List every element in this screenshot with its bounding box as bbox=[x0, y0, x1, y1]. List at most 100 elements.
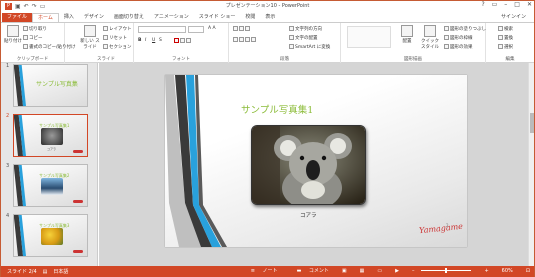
thumbnail-slide[interactable]: サンプル写真集3 bbox=[13, 214, 88, 257]
reading-view-icon[interactable]: ▭ bbox=[377, 268, 382, 274]
copy-button[interactable]: コピー bbox=[23, 35, 43, 41]
section-label: セクション bbox=[109, 45, 132, 50]
tab-file[interactable]: ファイル bbox=[2, 13, 33, 22]
slide-caption[interactable]: コアラ bbox=[300, 211, 317, 219]
tab-insert[interactable]: 挿入 bbox=[59, 13, 79, 22]
font-name-field[interactable] bbox=[138, 26, 186, 33]
thumbnail-signature bbox=[73, 250, 83, 253]
copy-icon bbox=[23, 35, 28, 40]
tab-view[interactable]: 表示 bbox=[260, 13, 280, 22]
tab-transitions[interactable]: 画面切り替え bbox=[109, 13, 149, 22]
ribbon-display-icon[interactable]: ▭ bbox=[492, 1, 498, 8]
thumbnail-3[interactable]: 3 サンプル写真集2 bbox=[1, 163, 96, 210]
thumbnail-slide[interactable]: サンプル写真集2 bbox=[13, 164, 88, 207]
text-direction-button[interactable]: 文字列の方向 bbox=[289, 26, 322, 32]
copy-label: コピー bbox=[29, 36, 43, 41]
font-color-icon[interactable] bbox=[174, 38, 192, 44]
zoom-out-icon[interactable]: – bbox=[412, 268, 415, 274]
paste-button[interactable]: 貼り付け bbox=[3, 25, 23, 44]
replace-button[interactable]: 置換 bbox=[498, 35, 513, 41]
spellcheck-icon[interactable]: ▤ bbox=[43, 269, 48, 275]
thumbnail-1[interactable]: 1 サンプル写真集 bbox=[1, 63, 96, 110]
close-button[interactable]: ✕ bbox=[527, 1, 532, 8]
spacing-icon bbox=[180, 38, 185, 43]
shape-outline-button[interactable]: 図形の枠線 bbox=[444, 35, 473, 41]
new-slide-icon bbox=[84, 25, 96, 37]
zoom-level[interactable]: 60% bbox=[502, 268, 513, 274]
fit-slide-icon[interactable]: ⊡ bbox=[526, 268, 530, 274]
tab-animations[interactable]: アニメーション bbox=[149, 13, 194, 22]
normal-view-icon[interactable]: ▣ bbox=[342, 268, 347, 274]
quick-styles-button[interactable]: クイック スタイル bbox=[419, 25, 441, 50]
slideshow-icon[interactable]: ▶ bbox=[395, 268, 399, 274]
cut-label: 切り取り bbox=[29, 27, 47, 32]
select-button[interactable]: 選択 bbox=[498, 44, 513, 50]
slides-group: 新しい スライド レイアウト リセット セクション スライド bbox=[79, 23, 134, 63]
slides-group-label: スライド bbox=[97, 57, 115, 62]
thumbnail-slide[interactable]: サンプル写真集 bbox=[13, 64, 88, 107]
find-button[interactable]: 検索 bbox=[498, 26, 513, 32]
new-slide-button[interactable]: 新しい スライド bbox=[80, 25, 100, 50]
thumbnail-2[interactable]: 2 サンプル写真集1 コアラ bbox=[1, 113, 96, 160]
tab-slideshow[interactable]: スライド ショー bbox=[194, 13, 241, 22]
paste-label: 貼り付け bbox=[4, 39, 22, 44]
grow-font-icon[interactable]: A A bbox=[208, 26, 216, 31]
koala-photo[interactable] bbox=[251, 125, 366, 205]
format-painter-button[interactable]: 書式のコピー/貼り付け bbox=[23, 44, 76, 50]
current-slide[interactable]: サンプル写真集1 コアラ 2 Yamagame bbox=[165, 75, 467, 247]
thumbnail-koala-image bbox=[41, 128, 63, 145]
window-title: プレゼンテーション10 - PowerPoint bbox=[225, 3, 310, 9]
shape-fill-button[interactable]: 図形の塗りつぶし bbox=[444, 26, 486, 32]
align-text-label: 文字の配置 bbox=[295, 36, 318, 41]
notes-button[interactable]: ≡ ノート bbox=[245, 267, 278, 274]
bold-button[interactable]: B bbox=[138, 38, 141, 43]
thumbnail-number: 3 bbox=[6, 163, 10, 169]
section-button[interactable]: セクション bbox=[103, 44, 132, 50]
comments-button[interactable]: ▬ コメント bbox=[291, 267, 329, 274]
ribbon-tabs: ファイル ホーム 挿入 デザイン 画面切り替え アニメーション スライド ショー… bbox=[1, 12, 534, 22]
language[interactable]: 日本語 bbox=[53, 268, 68, 275]
scrollbar-thumb[interactable] bbox=[530, 113, 534, 133]
arrange-button[interactable]: 配置 bbox=[399, 25, 415, 44]
smartart-icon bbox=[289, 44, 294, 49]
reset-button[interactable]: リセット bbox=[103, 35, 127, 41]
zoom-in-icon[interactable]: + bbox=[484, 268, 488, 274]
tab-design[interactable]: デザイン bbox=[79, 13, 109, 22]
font-size-field[interactable] bbox=[188, 26, 204, 33]
scissors-icon bbox=[23, 26, 28, 31]
thumbnail-4[interactable]: 4 サンプル写真集3 bbox=[1, 213, 96, 260]
smartart-button[interactable]: SmartArt に変換 bbox=[289, 44, 330, 50]
underline-button[interactable]: U bbox=[152, 38, 155, 43]
align-icons[interactable] bbox=[233, 37, 257, 43]
list-icons[interactable] bbox=[233, 26, 251, 32]
editing-group: 検索 置換 選択 編集 bbox=[486, 23, 534, 63]
slide-title[interactable]: サンプル写真集1 bbox=[241, 102, 313, 116]
arrange-icon bbox=[401, 25, 413, 37]
align-text-button[interactable]: 文字の配置 bbox=[289, 35, 318, 41]
section-icon bbox=[103, 44, 108, 49]
maximize-button[interactable]: □ bbox=[514, 1, 520, 8]
vertical-scrollbar[interactable] bbox=[528, 63, 534, 266]
shape-fill-label: 図形の塗りつぶし bbox=[450, 27, 487, 32]
reset-label: リセット bbox=[109, 36, 127, 41]
layout-button[interactable]: レイアウト bbox=[103, 26, 132, 32]
signin-link[interactable]: サインイン bbox=[501, 13, 526, 20]
strike-button[interactable]: S bbox=[159, 38, 162, 43]
cut-button[interactable]: 切り取り bbox=[23, 26, 47, 32]
minimize-button[interactable]: – bbox=[504, 1, 507, 8]
zoom-slider[interactable] bbox=[421, 268, 472, 273]
clipboard-group: 貼り付け 切り取り コピー 書式のコピー/貼り付け クリップボード bbox=[1, 23, 76, 63]
shape-effects-button[interactable]: 図形の効果 bbox=[444, 44, 473, 50]
slide-sorter-icon[interactable]: ▦ bbox=[360, 268, 365, 274]
thumbnail-slide[interactable]: サンプル写真集1 コアラ bbox=[13, 114, 88, 157]
align-left-icon bbox=[233, 37, 238, 42]
shape-outline-label: 図形の枠線 bbox=[450, 36, 473, 41]
shape-effects-label: 図形の効果 bbox=[450, 45, 473, 50]
italic-button[interactable]: I bbox=[145, 38, 146, 43]
help-button[interactable]: ? bbox=[481, 1, 484, 8]
tab-review[interactable]: 校閲 bbox=[240, 13, 260, 22]
format-painter-label: 書式のコピー/貼り付け bbox=[29, 45, 76, 50]
drawing-group: 配置 クイック スタイル 図形の塗りつぶし 図形の枠線 図形の効果 図形描画 bbox=[341, 23, 486, 63]
shapes-gallery[interactable] bbox=[347, 26, 391, 48]
tab-home[interactable]: ホーム bbox=[32, 13, 59, 22]
